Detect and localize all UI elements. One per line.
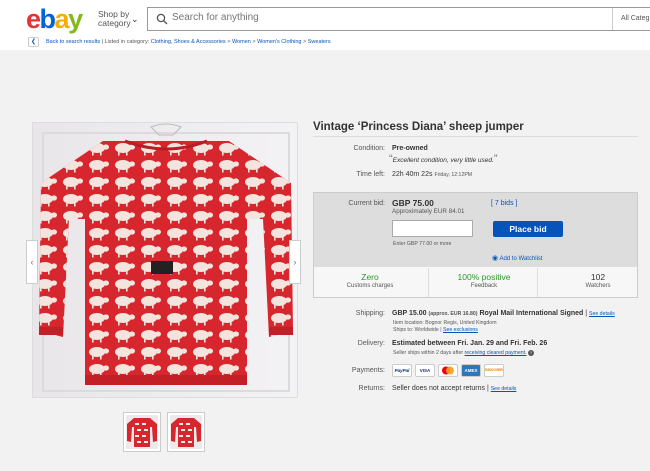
- info-icon[interactable]: ?: [527, 350, 534, 356]
- ships-to: Ships to: Worldwide | See exclusions: [393, 327, 478, 333]
- stat-watchers-value: 102: [590, 272, 606, 282]
- stat-customs-value: Zero: [361, 272, 379, 282]
- header-bar: ebay Shop by category ⌄ All Categ: [0, 0, 650, 36]
- search-icon: [156, 13, 168, 25]
- delivery-note: Seller ships within 2 days after receivi…: [393, 350, 534, 356]
- all-categories-select[interactable]: All Categ: [612, 8, 649, 30]
- sweater-photo: [33, 123, 297, 397]
- enter-bid-hint: Enter GBP 77.00 or more: [393, 241, 452, 247]
- delivery-label: Delivery:: [357, 340, 385, 347]
- bid-count-link[interactable]: [ 7 bids ]: [491, 200, 517, 207]
- breadcrumb-item-womens-clothing[interactable]: Women's Clothing: [257, 39, 301, 45]
- returns-see-details-link[interactable]: See details: [491, 386, 517, 392]
- item-title: Vintage ‘Princess Diana’ sheep jumper: [313, 121, 524, 133]
- shipping-approx: (approx. EUR 16.80): [428, 311, 478, 317]
- bid-amount-input[interactable]: [392, 220, 473, 237]
- shop-by-line2: category: [98, 18, 131, 28]
- shipping-info: GBP 15.00 (approx. EUR 16.80) Royal Mail…: [392, 310, 615, 317]
- stat-divider: [428, 268, 429, 297]
- thumbnail-image: [170, 415, 202, 449]
- mastercard-logo: [438, 364, 458, 377]
- eye-icon: ◉: [492, 255, 499, 262]
- thumbnail-1[interactable]: [123, 412, 161, 452]
- stat-divider: [537, 268, 538, 297]
- stat-feedback-label: Feedback: [470, 283, 498, 289]
- logo-letter-a: a: [54, 4, 70, 34]
- back-to-search-link[interactable]: Back to search results: [46, 39, 100, 45]
- add-to-watchlist[interactable]: ◉ Add to Watchlist: [492, 254, 543, 262]
- breadcrumb-item-clothing[interactable]: Clothing, Shoes & Accessories: [151, 39, 226, 45]
- ebay-logo[interactable]: ebay: [26, 4, 83, 34]
- time-left-label: Time left:: [356, 171, 385, 178]
- title-divider: [313, 136, 638, 137]
- mastercard-icon: [442, 366, 454, 375]
- logo-letter-y: y: [68, 4, 83, 34]
- stat-watchers: 102 Watchers: [548, 272, 648, 290]
- shipping-price: GBP 15.00: [392, 310, 427, 317]
- chevron-down-icon[interactable]: ⌄: [131, 14, 139, 25]
- image-prev-button[interactable]: ‹: [26, 240, 38, 284]
- discover-logo: DISCOVER: [484, 364, 504, 377]
- breadcrumb-item-women[interactable]: Women: [232, 39, 251, 45]
- returns-text: Seller does not accept returns: [392, 385, 485, 392]
- stat-customs-label: Customs charges: [346, 283, 394, 289]
- add-to-watchlist-label: Add to Watchlist: [499, 256, 543, 262]
- approx-bid: Approximately EUR 84.01: [392, 208, 465, 215]
- stats-divider: [314, 266, 637, 267]
- stat-feedback-value: 100% positive: [457, 272, 511, 282]
- listed-in-label: Listed in category:: [104, 39, 150, 45]
- visa-logo: VISA: [415, 364, 435, 377]
- thumbnail-2[interactable]: [167, 412, 205, 452]
- image-next-button[interactable]: ›: [289, 240, 301, 284]
- logo-letter-b: b: [39, 4, 57, 34]
- item-location: Item location: Bognor Regis, United King…: [393, 320, 497, 326]
- search-input[interactable]: [172, 12, 552, 23]
- condition-quote: “Excellent condition, very little used.”: [389, 153, 498, 165]
- back-arrow-icon[interactable]: ❮: [28, 37, 39, 47]
- main-product-image[interactable]: [32, 122, 298, 398]
- logo-letter-e: e: [26, 4, 41, 34]
- returns-label: Returns:: [358, 385, 385, 392]
- current-bid-value: GBP 75.00: [392, 198, 434, 208]
- stat-feedback: 100% positive Feedback: [434, 272, 534, 290]
- shipping-method: Royal Mail International Signed: [479, 310, 584, 317]
- delivery-estimate: Estimated between Fri. Jan. 29 and Fri. …: [392, 340, 548, 347]
- condition-quote-text: Excellent condition, very little used.: [392, 157, 494, 164]
- payments-label: Payments:: [351, 367, 385, 374]
- see-exclusions-link[interactable]: See exclusions: [443, 327, 478, 333]
- place-bid-button[interactable]: Place bid: [493, 221, 563, 237]
- thumbnail-image: [126, 415, 158, 449]
- condition-value: Pre-owned: [392, 145, 428, 152]
- time-left-value: 22h 40m 22s: [392, 171, 433, 178]
- stat-customs: Zero Customs charges: [320, 272, 420, 290]
- delivery-note-text: Seller ships within 2 days after: [393, 350, 464, 356]
- amex-logo: AMEX: [461, 364, 481, 377]
- stat-watchers-label: Watchers: [585, 283, 611, 289]
- paypal-logo: PayPal: [392, 364, 412, 377]
- condition-label: Condition:: [353, 145, 385, 152]
- breadcrumb-item-sweaters[interactable]: Sweaters: [308, 39, 331, 45]
- time-left-end: Friday, 12:12PM: [434, 172, 473, 178]
- shipping-see-details-link[interactable]: See details: [589, 311, 615, 317]
- current-bid-label: Current bid:: [348, 200, 385, 207]
- search-box[interactable]: All Categ: [147, 7, 650, 31]
- breadcrumb: Back to search results | Listed in categ…: [46, 39, 331, 45]
- shop-by-category[interactable]: Shop by category: [98, 10, 131, 28]
- returns-info: Seller does not accept returns | See det…: [392, 385, 517, 392]
- ships-to-text: Ships to: Worldwide: [393, 327, 439, 333]
- cleared-payment-link[interactable]: receiving cleared payment.: [465, 350, 527, 356]
- shipping-label: Shipping:: [355, 310, 385, 317]
- time-left: 22h 40m 22s Friday, 12:12PM: [392, 171, 472, 178]
